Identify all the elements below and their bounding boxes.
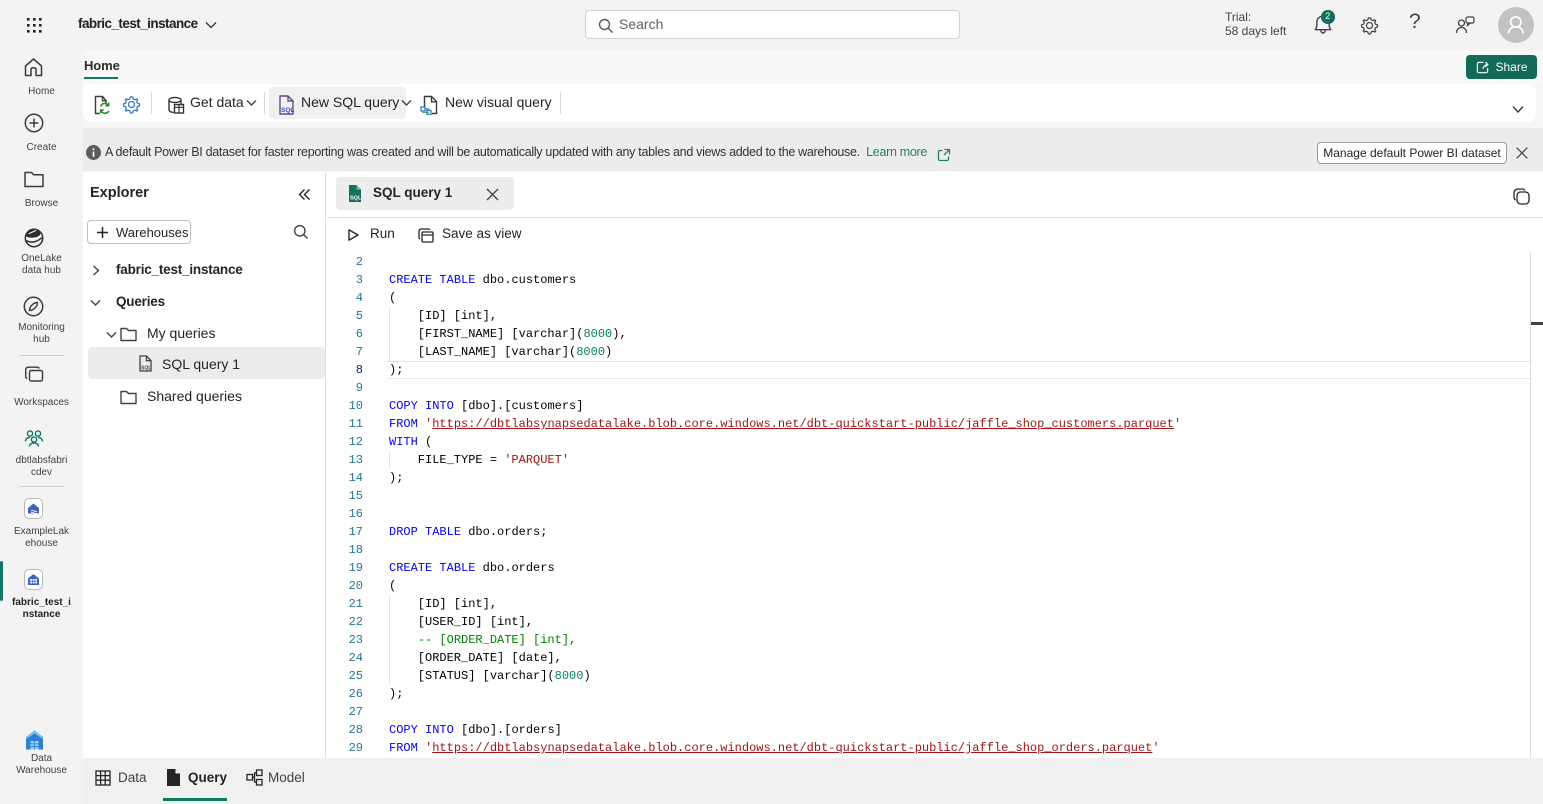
svg-text:SQL: SQL bbox=[281, 107, 294, 114]
svg-text:SQL: SQL bbox=[350, 195, 362, 201]
svg-text:SQL: SQL bbox=[141, 366, 151, 372]
